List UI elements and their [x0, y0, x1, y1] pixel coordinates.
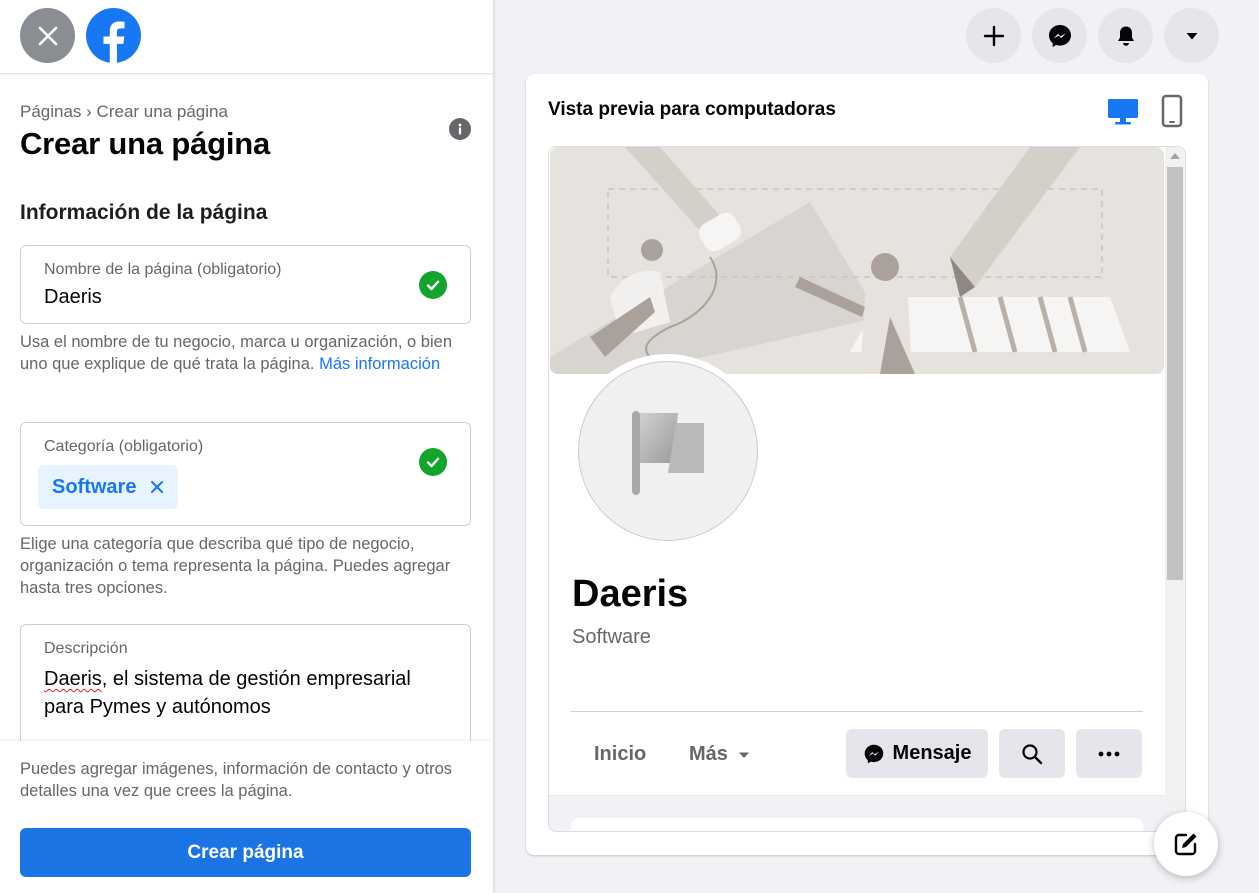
close-button[interactable]: [20, 8, 75, 63]
footer-note: Puedes agregar imágenes, información de …: [20, 760, 452, 800]
profile-picture: [578, 361, 758, 541]
close-icon: [38, 26, 57, 45]
caret-down-icon: [738, 752, 749, 758]
desktop-icon[interactable]: [1106, 94, 1140, 128]
cover-illustration: [550, 147, 1164, 374]
section-title: Información de la página: [20, 201, 268, 224]
breadcrumb-current: Crear una página: [96, 102, 228, 121]
category-chip-software[interactable]: Software: [38, 465, 179, 509]
new-message-button[interactable]: [1154, 812, 1218, 876]
tab-more-label: Más: [689, 743, 728, 765]
breadcrumb-separator: ›: [81, 102, 97, 121]
page-name-value[interactable]: Daeris: [44, 286, 102, 309]
tab-home-label: Inicio: [594, 743, 647, 765]
compose-icon: [1174, 833, 1197, 856]
page-title: Crear una página: [20, 126, 271, 161]
account-menu-button[interactable]: [1164, 8, 1219, 63]
facebook-logo-icon[interactable]: [86, 8, 141, 63]
search-icon: [1022, 743, 1043, 764]
notifications-button[interactable]: [1098, 8, 1153, 63]
check-circle-icon: [419, 271, 447, 299]
messenger-icon: [864, 744, 883, 763]
panel-footer: Puedes agregar imágenes, información de …: [0, 741, 493, 893]
scroll-up-arrow[interactable]: [1170, 153, 1180, 159]
page-name-help: Usa el nombre de tu negocio, marca u org…: [20, 331, 460, 375]
create-page-panel: Páginas › Crear una página Crear una pág…: [0, 0, 493, 893]
preview-content-area: [549, 795, 1165, 831]
plus-icon: [983, 25, 1004, 46]
panel-header: [0, 0, 493, 74]
description-label: Descripción: [44, 640, 128, 657]
breadcrumb: Páginas › Crear una página: [20, 102, 228, 122]
close-icon: [151, 481, 164, 493]
breadcrumb-pages[interactable]: Páginas: [20, 102, 81, 121]
message-button-label: Mensaje: [892, 742, 972, 764]
messenger-icon: [1048, 24, 1071, 47]
page-name-label: Nombre de la página (obligatorio): [44, 261, 282, 278]
category-help: Elige una categoría que describa qué tip…: [20, 535, 451, 597]
caret-down-icon: [1186, 32, 1197, 39]
preview-page-category: Software: [572, 626, 651, 648]
category-field[interactable]: Categoría (obligatorio) Software: [20, 422, 471, 526]
preview-scrollbar[interactable]: [1165, 147, 1185, 831]
description-field[interactable]: Descripción Daeris, el sistema de gestió…: [20, 624, 471, 741]
description-value[interactable]: Daeris, el sistema de gestión empresaria…: [44, 665, 454, 721]
page-name-field[interactable]: Nombre de la página (obligatorio) Daeris: [20, 245, 471, 324]
tab-more[interactable]: Más: [689, 743, 750, 766]
info-button[interactable]: [449, 118, 471, 140]
more-options-button[interactable]: [1076, 729, 1142, 778]
desktop-preview-card: Vista previa para computadoras Daeris So…: [526, 74, 1208, 855]
preview-content-card: [571, 818, 1143, 831]
create-button[interactable]: [966, 8, 1021, 63]
ellipsis-icon: [1098, 751, 1120, 756]
form-scroll-area[interactable]: Páginas › Crear una página Crear una pág…: [0, 75, 493, 741]
check-circle-icon: [419, 448, 447, 476]
divider: [571, 711, 1143, 712]
preview-title: Vista previa para computadoras: [548, 99, 836, 120]
preview-page-name: Daeris: [572, 573, 689, 615]
category-label: Categoría (obligatorio): [44, 438, 204, 455]
bell-icon: [1117, 26, 1134, 46]
misspelled-word[interactable]: Daeris: [44, 668, 102, 690]
create-page-button[interactable]: Crear página: [20, 828, 471, 877]
info-icon: [458, 123, 462, 135]
mobile-icon[interactable]: [1159, 94, 1185, 128]
message-button[interactable]: Mensaje: [846, 729, 988, 778]
category-chip-label: Software: [52, 475, 137, 498]
search-button[interactable]: [999, 729, 1065, 778]
preview-frame[interactable]: Daeris Software Inicio Más Mensaje: [548, 146, 1186, 832]
tab-home[interactable]: Inicio: [594, 743, 646, 766]
scroll-thumb[interactable]: [1167, 167, 1183, 580]
flag-icon: [632, 411, 704, 495]
more-info-link[interactable]: Más información: [319, 355, 440, 373]
messenger-button[interactable]: [1032, 8, 1087, 63]
remove-chip-button[interactable]: [150, 480, 164, 494]
